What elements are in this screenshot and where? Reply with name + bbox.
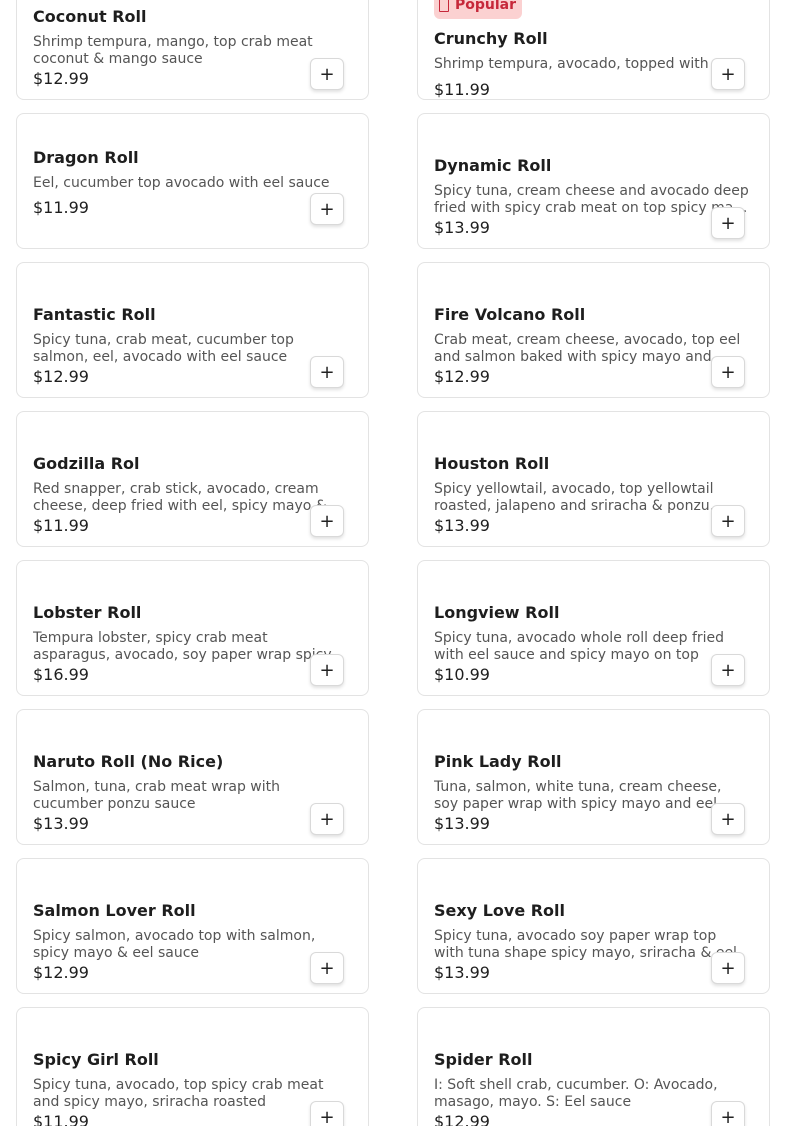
item-description: Red snapper, crab stick, avocado, cream … xyxy=(33,481,341,514)
menu-item-card[interactable]: Sexy Love Roll Spicy tuna, avocado soy p… xyxy=(417,858,770,994)
menu-item-card[interactable]: Lobster Roll Tempura lobster, spicy crab… xyxy=(16,560,369,696)
item-name: Dragon Roll xyxy=(33,148,139,167)
menu-item-card[interactable]: Dragon Roll Eel, cucumber top avocado wi… xyxy=(16,113,369,249)
item-description: Spicy tuna, avocado, top spicy crab meat… xyxy=(33,1077,324,1110)
add-item-button[interactable]: + xyxy=(310,803,344,835)
item-description: Tuna, salmon, white tuna, cream cheese, … xyxy=(434,779,722,812)
item-name: Spider Roll xyxy=(434,1050,533,1069)
item-description: Shrimp tempura, mango, top crab meat coc… xyxy=(33,34,313,67)
add-item-button[interactable]: + xyxy=(711,505,745,537)
add-item-button[interactable]: + xyxy=(310,58,344,90)
item-name: Fantastic Roll xyxy=(33,305,156,324)
item-price: $12.99 xyxy=(434,367,490,386)
item-description: Spicy tuna, crab meat, cucumber top salm… xyxy=(33,332,294,365)
item-name: Spicy Girl Roll xyxy=(33,1050,159,1069)
item-description: Spicy salmon, avocado top with salmon, s… xyxy=(33,928,316,961)
item-description: Tempura lobster, spicy crab meat asparag… xyxy=(33,630,332,663)
popular-icon xyxy=(439,0,449,12)
item-name: Longview Roll xyxy=(434,603,560,622)
add-item-button[interactable]: + xyxy=(711,654,745,686)
item-price: $11.99 xyxy=(434,80,490,99)
menu-item-card[interactable]: Fire Volcano Roll Crab meat, cream chees… xyxy=(417,262,770,398)
add-item-button[interactable]: + xyxy=(711,356,745,388)
menu-item-card[interactable]: Houston Roll Spicy yellowtail, avocado, … xyxy=(417,411,770,547)
item-description: Crab meat, cream cheese, avocado, top ee… xyxy=(434,332,741,365)
item-name: Crunchy Roll xyxy=(434,29,548,48)
item-name: Coconut Roll xyxy=(33,7,147,26)
add-item-button[interactable]: + xyxy=(711,803,745,835)
menu-item-card[interactable]: Godzilla Rol Red snapper, crab stick, av… xyxy=(16,411,369,547)
add-item-button[interactable]: + xyxy=(310,654,344,686)
item-description: Spicy yellowtail, avocado, top yellowtai… xyxy=(434,481,724,514)
item-price: $10.99 xyxy=(434,665,490,684)
item-name: Sexy Love Roll xyxy=(434,901,566,920)
item-name: Houston Roll xyxy=(434,454,550,473)
item-price: $13.99 xyxy=(434,814,490,833)
item-price: $11.99 xyxy=(33,1112,89,1126)
item-price: $11.99 xyxy=(33,198,89,217)
popular-badge: Popular xyxy=(434,0,523,19)
add-item-button[interactable]: + xyxy=(711,207,745,239)
menu-item-card[interactable]: Spicy Girl Roll Spicy tuna, avocado, top… xyxy=(16,1007,369,1126)
item-description: Eel, cucumber top avocado with eel sauce xyxy=(33,175,330,191)
menu-item-card[interactable]: Pink Lady Roll Tuna, salmon, white tuna,… xyxy=(417,709,770,845)
item-description: I: Soft shell crab, cucumber. O: Avocado… xyxy=(434,1077,718,1110)
item-price: $13.99 xyxy=(434,516,490,535)
item-description: Spicy tuna, avocado whole roll deep frie… xyxy=(434,630,725,663)
add-item-button[interactable]: + xyxy=(310,505,344,537)
add-item-button[interactable]: + xyxy=(310,1101,344,1126)
add-item-button[interactable]: + xyxy=(711,1101,745,1126)
item-price: $11.99 xyxy=(33,516,89,535)
menu-item-card[interactable]: Spider Roll I: Soft shell crab, cucumber… xyxy=(417,1007,770,1126)
menu-item-card[interactable]: Popular Crunchy Roll Shrimp tempura, avo… xyxy=(417,0,770,100)
item-price: $13.99 xyxy=(33,814,89,833)
add-item-button[interactable]: + xyxy=(711,952,745,984)
add-item-button[interactable]: + xyxy=(310,356,344,388)
add-item-button[interactable]: + xyxy=(310,193,344,225)
menu-item-card[interactable]: Salmon Lover Roll Spicy salmon, avocado … xyxy=(16,858,369,994)
menu-item-card[interactable]: Fantastic Roll Spicy tuna, crab meat, cu… xyxy=(16,262,369,398)
item-name: Naruto Roll (No Rice) xyxy=(33,752,224,771)
item-name: Fire Volcano Roll xyxy=(434,305,586,324)
item-name: Godzilla Rol xyxy=(33,454,140,473)
menu-item-card[interactable]: Longview Roll Spicy tuna, avocado whole … xyxy=(417,560,770,696)
item-price: $16.99 xyxy=(33,665,89,684)
item-description: Shrimp tempura, avocado, topped with cru… xyxy=(434,56,753,72)
menu-page: Coconut Roll Shrimp tempura, mango, top … xyxy=(0,0,785,1126)
item-description: Salmon, tuna, crab meat wrap with cucumb… xyxy=(33,779,281,812)
item-name: Dynamic Roll xyxy=(434,156,552,175)
menu-grid: Coconut Roll Shrimp tempura, mango, top … xyxy=(16,0,770,1126)
badge-label: Popular xyxy=(455,0,517,13)
item-name: Salmon Lover Roll xyxy=(33,901,196,920)
item-description: Spicy tuna, cream cheese and avocado dee… xyxy=(434,183,749,216)
item-price: $13.99 xyxy=(434,963,490,982)
item-description: Spicy tuna, avocado soy paper wrap top w… xyxy=(434,928,737,961)
menu-item-card[interactable]: Coconut Roll Shrimp tempura, mango, top … xyxy=(16,0,369,100)
add-item-button[interactable]: + xyxy=(310,952,344,984)
menu-item-card[interactable]: Dynamic Roll Spicy tuna, cream cheese an… xyxy=(417,113,770,249)
item-name: Pink Lady Roll xyxy=(434,752,562,771)
item-price: $12.99 xyxy=(33,367,89,386)
menu-item-card[interactable]: Naruto Roll (No Rice) Salmon, tuna, crab… xyxy=(16,709,369,845)
add-item-button[interactable]: + xyxy=(711,58,745,90)
item-price: $12.99 xyxy=(33,963,89,982)
item-price: $12.99 xyxy=(434,1112,490,1126)
item-price: $13.99 xyxy=(434,218,490,237)
item-name: Lobster Roll xyxy=(33,603,142,622)
item-price: $12.99 xyxy=(33,69,89,88)
